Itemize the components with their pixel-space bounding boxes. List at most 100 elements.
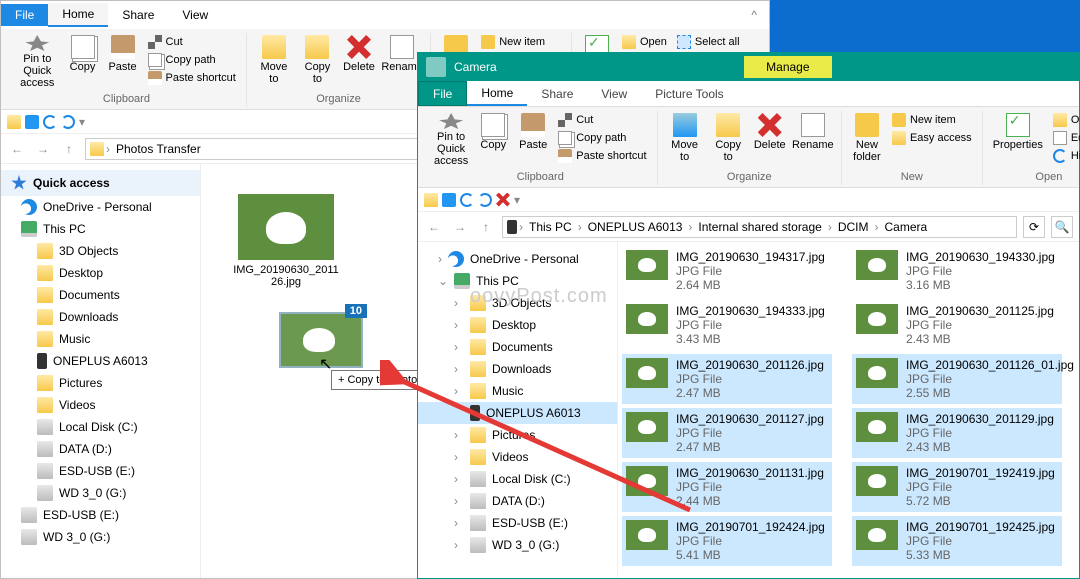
copy-path-button[interactable]: Copy path [554,129,650,147]
file-item[interactable]: IMG_20190701_192425.jpgJPG File5.33 MB [852,516,1062,566]
open-button[interactable]: Open [1049,111,1080,129]
pin-quick-access-button[interactable]: Pin to Quick access [13,33,62,91]
redo-icon[interactable] [478,193,492,207]
nav-item[interactable]: ›ESD-USB (E:) [418,512,617,534]
nav-item[interactable]: ESD-USB (E:) [1,460,200,482]
nav-esd-usb[interactable]: ESD-USB (E:) [1,504,200,526]
copy-path-button[interactable]: Copy path [144,51,240,69]
nav-item[interactable]: Music [1,328,200,350]
new-folder-button[interactable]: New folder [848,111,886,169]
nav-item[interactable]: 3D Objects [1,240,200,262]
delete-button[interactable]: Delete [751,111,789,169]
file-tab[interactable]: File [1,4,48,26]
paste-shortcut-button[interactable]: Paste shortcut [144,69,240,87]
new-item-button[interactable]: New item [477,33,565,51]
paste-button[interactable]: Paste [104,33,142,91]
save-icon[interactable] [442,193,456,207]
delete-button[interactable]: Delete [340,33,378,91]
nav-item[interactable]: Documents [1,284,200,306]
nav-item[interactable]: ›Downloads [418,358,617,380]
share-tab[interactable]: Share [108,4,168,26]
up-button[interactable]: ↑ [476,217,496,237]
save-icon[interactable] [25,115,39,129]
file-item[interactable]: IMG_20190630_201126.jpg [231,194,341,288]
properties-button[interactable]: Properties [989,111,1047,169]
nav-item[interactable]: Downloads [1,306,200,328]
file-item[interactable]: IMG_20190630_201127.jpgJPG File2.47 MB [622,408,832,458]
edit-button[interactable]: Edit [1049,129,1080,147]
view-tab[interactable]: View [587,81,641,106]
history-button[interactable]: History [1049,147,1080,165]
file-pane[interactable]: IMG_20190630_194317.jpgJPG File2.64 MBIM… [618,242,1079,578]
back-button[interactable]: ← [7,139,27,159]
move-to-button[interactable]: Move to [253,33,295,91]
file-tab[interactable]: File [418,81,467,106]
file-item[interactable]: IMG_20190630_201131.jpgJPG File2.44 MB [622,462,832,512]
nav-item[interactable]: ›Music [418,380,617,402]
copy-button[interactable]: Copy [64,33,102,91]
nav-item[interactable]: Videos [1,394,200,416]
undo-icon[interactable] [43,115,57,129]
nav-item[interactable]: ›Pictures [418,424,617,446]
nav-item[interactable]: ›Videos [418,446,617,468]
nav-item[interactable]: Pictures [1,372,200,394]
paste-button[interactable]: Paste [514,111,552,169]
file-item[interactable]: IMG_20190630_201126.jpgJPG File2.47 MB [622,354,832,404]
nav-item[interactable]: ›DATA (D:) [418,490,617,512]
breadcrumb-item[interactable]: Internal shared storage [694,218,825,236]
cut-button[interactable]: Cut [554,111,650,129]
breadcrumb-item[interactable]: ONEPLUS A6013 [584,218,687,236]
home-tab[interactable]: Home [467,81,527,106]
refresh-button[interactable]: ⟳ [1023,216,1045,238]
file-item[interactable]: IMG_20190630_194317.jpgJPG File2.64 MB [622,246,832,296]
file-item[interactable]: IMG_20190630_201125.jpgJPG File2.43 MB [852,300,1062,350]
chevron-down-icon[interactable]: ▾ [514,193,520,207]
copy-button[interactable]: Copy [474,111,512,169]
breadcrumb-item[interactable]: DCIM [834,218,873,236]
nav-item[interactable]: ONEPLUS A6013 [1,350,200,372]
rename-button[interactable]: Rename [791,111,835,169]
file-item[interactable]: IMG_20190630_194333.jpgJPG File3.43 MB [622,300,832,350]
undo-icon[interactable] [460,193,474,207]
redo-icon[interactable] [61,115,75,129]
forward-button[interactable]: → [450,217,470,237]
nav-item[interactable]: ONEPLUS A6013 [418,402,617,424]
manage-tab[interactable]: Manage [744,56,831,78]
new-item-button[interactable]: New item [888,111,976,129]
easy-access-button[interactable]: Easy access [888,129,976,147]
nav-item[interactable]: Desktop [1,262,200,284]
move-to-button[interactable]: Move to [664,111,706,169]
nav-item[interactable]: WD 3_0 (G:) [1,482,200,504]
nav-item[interactable]: DATA (D:) [1,438,200,460]
pin-quick-access-button[interactable]: Pin to Quick access [430,111,472,169]
nav-this-pc[interactable]: This PC [1,218,200,240]
nav-wd[interactable]: WD 3_0 (G:) [1,526,200,548]
file-item[interactable]: IMG_20190630_194330.jpgJPG File3.16 MB [852,246,1062,296]
file-item[interactable]: IMG_20190701_192424.jpgJPG File5.41 MB [622,516,832,566]
delete-icon[interactable] [496,193,510,207]
picture-tools-tab[interactable]: Picture Tools [641,81,737,106]
up-button[interactable]: ↑ [59,139,79,159]
file-item[interactable]: IMG_20190630_201129.jpgJPG File2.43 MB [852,408,1062,458]
breadcrumb[interactable]: ›This PC›ONEPLUS A6013›Internal shared s… [502,216,1017,238]
nav-item[interactable]: ›WD 3_0 (G:) [418,534,617,556]
file-item[interactable]: IMG_20190701_192419.jpgJPG File5.72 MB [852,462,1062,512]
nav-item[interactable]: Local Disk (C:) [1,416,200,438]
select-all-button[interactable]: Select all [673,33,757,51]
breadcrumb-item[interactable]: Photos Transfer [112,140,205,158]
forward-button[interactable]: → [33,139,53,159]
quick-access-header[interactable]: Quick access [1,170,200,196]
breadcrumb-item[interactable]: Camera [881,218,932,236]
nav-item[interactable]: ›Local Disk (C:) [418,468,617,490]
back-button[interactable]: ← [424,217,444,237]
search-input[interactable]: 🔍 [1051,216,1073,238]
nav-item[interactable]: ›Documents [418,336,617,358]
copy-to-button[interactable]: Copy to [708,111,749,169]
file-item[interactable]: IMG_20190630_201126_01.jpgJPG File2.55 M… [852,354,1062,404]
view-tab[interactable]: View [168,4,222,26]
breadcrumb-item[interactable]: This PC [525,218,576,236]
collapse-ribbon-icon[interactable]: ^ [739,2,769,28]
copy-to-button[interactable]: Copy to [297,33,338,91]
share-tab[interactable]: Share [527,81,587,106]
paste-shortcut-button[interactable]: Paste shortcut [554,147,650,165]
